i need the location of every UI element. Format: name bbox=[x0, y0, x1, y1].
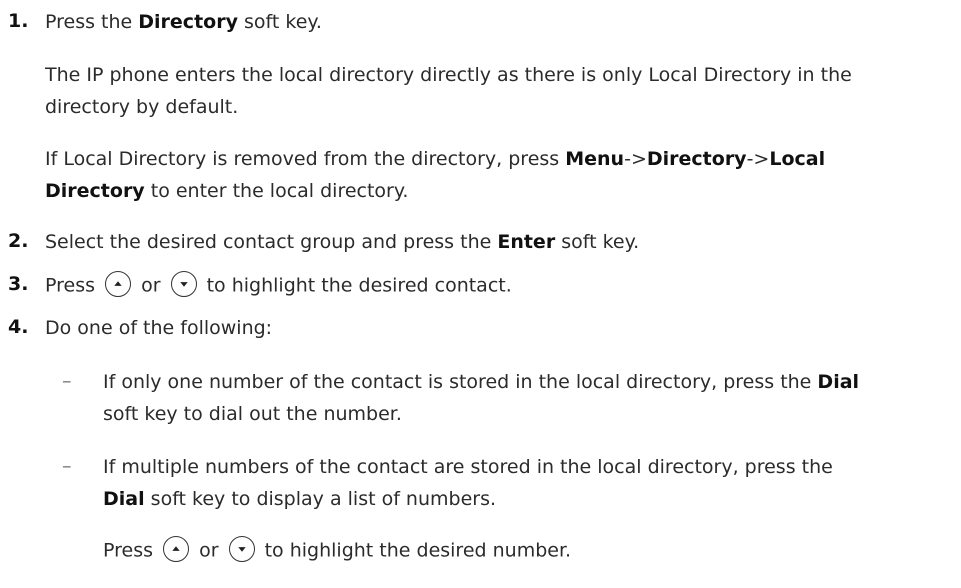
bullet-dash: – bbox=[62, 370, 72, 392]
up-arrow-key-icon bbox=[163, 536, 190, 562]
enter-key-label: Enter bbox=[497, 231, 556, 253]
dial-key-label: Dial bbox=[103, 488, 145, 510]
step-1-para-1-line-1: The IP phone enters the local directory … bbox=[45, 64, 852, 86]
dial-key-label: Dial bbox=[817, 371, 860, 393]
menu-path-menu: Menu bbox=[565, 148, 625, 170]
step-number: 1. bbox=[8, 10, 29, 32]
menu-path-directory: Directory bbox=[646, 148, 747, 170]
step-number: 3. bbox=[8, 273, 29, 295]
bullet-dash: – bbox=[62, 455, 72, 477]
step-1-text: Press the Directory soft key. bbox=[45, 11, 322, 33]
down-arrow-key-icon bbox=[228, 536, 255, 562]
down-arrow-key-icon bbox=[170, 271, 197, 297]
step-1-para-2-line-1: If Local Directory is removed from the d… bbox=[45, 148, 826, 170]
step-3-text: Press or to highlight the desired contac… bbox=[45, 271, 512, 299]
bullet-1-line-2: soft key to dial out the number. bbox=[103, 403, 402, 425]
step-4-text: Do one of the following: bbox=[45, 317, 273, 339]
step-2-text: Select the desired contact group and pre… bbox=[45, 231, 640, 253]
bullet-1-line-1: If only one number of the contact is sto… bbox=[103, 371, 860, 393]
directory-key-label: Directory bbox=[138, 11, 238, 33]
menu-path-directory-cont: Directory bbox=[45, 180, 145, 202]
bullet-2-line-3: Press or to highlight the desired number… bbox=[103, 536, 571, 564]
bullet-2-line-1: If multiple numbers of the contact are s… bbox=[103, 456, 833, 478]
document-page: 1. Press the Directory soft key. The IP … bbox=[0, 0, 961, 588]
step-1-para-1-line-2: directory by default. bbox=[45, 96, 239, 118]
step-number: 2. bbox=[8, 230, 29, 252]
bullet-2-line-2: Dial soft key to display a list of numbe… bbox=[103, 488, 497, 510]
step-1-para-2-line-2: Directory to enter the local directory. bbox=[45, 180, 409, 202]
menu-path-local: Local bbox=[769, 148, 826, 170]
up-arrow-key-icon bbox=[105, 271, 132, 297]
step-number: 4. bbox=[8, 316, 29, 338]
